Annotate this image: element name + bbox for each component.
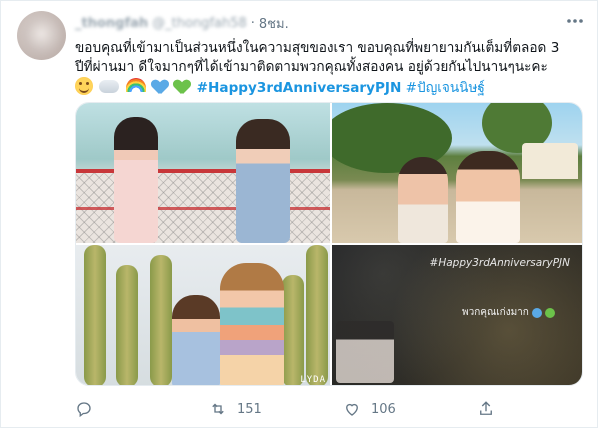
like-heart-icon [343,400,361,418]
card-caption: พวกคุณเก่งมาก [462,305,555,320]
separator-dot: · [250,15,255,31]
user-handle[interactable]: @_thongfah58 [152,16,247,31]
person-left [172,295,220,385]
green-heart-icon [544,307,555,318]
person-right [456,151,520,243]
avatar[interactable] [17,11,66,60]
timestamp[interactable]: 8ชม. [259,13,289,34]
tweet-actions: 151 106 [75,397,515,421]
cactus [84,245,106,385]
green-heart-emoji [174,79,190,95]
hashtag-anniversary[interactable]: #Happy3rdAnniversaryPJN [197,80,402,96]
blue-heart-emoji [152,79,168,95]
cactus [150,255,172,385]
retweet-button[interactable]: 151 [209,400,343,418]
tweet-text-line-3: #Happy3rdAnniversaryPJN #ปัญเจนนิษฐ์ [75,77,585,98]
photo-cactus-garden[interactable]: LYDA [76,245,330,385]
person-right [236,119,290,243]
card-hashtag: #Happy3rdAnniversaryPJN [429,257,570,269]
photo-watermark: LYDA [300,375,326,385]
cactus [116,265,138,385]
photo-dark-card[interactable]: #Happy3rdAnniversaryPJN พวกคุณเก่งมาก [332,245,582,385]
reply-button[interactable] [75,400,209,418]
tweet-text: ขอบคุณที่เข้ามาเป็นส่วนหนึ่งในความสุขของ… [75,39,585,98]
canopy [522,143,578,179]
tweet-header: _thongfah @_thongfah58 · 8ชม. [75,13,289,33]
cloud-emoji [99,80,120,93]
share-button[interactable] [477,400,495,418]
rainbow-emoji [125,78,146,92]
inset-photo [336,321,394,383]
smiling-face-emoji [75,77,93,95]
card-caption-text: พวกคุณเก่งมาก [462,307,529,318]
like-button[interactable]: 106 [343,400,477,418]
tweet-text-line-1: ขอบคุณที่เข้ามาเป็นส่วนหนึ่งในความสุขของ… [75,40,560,56]
like-count: 106 [371,401,396,417]
cactus [306,245,328,385]
cactus [282,275,304,385]
share-icon [477,400,495,418]
tweet-text-line-2: ปีที่ผ่านมา ดีใจมากๆที่ได้เข้ามาติดตามพว… [75,59,548,75]
media-grid: LYDA #Happy3rdAnniversaryPJN พวกคุณเก่งม… [75,102,583,386]
person-left [398,157,448,243]
tweet-card[interactable]: _thongfah @_thongfah58 · 8ชม. ขอบคุณที่เ… [0,0,598,428]
photo-two-girls-fence[interactable] [76,103,330,243]
person-left [114,117,158,243]
hashtag-panjennit[interactable]: #ปัญเจนนิษฐ์ [406,80,485,96]
reply-icon [75,400,93,418]
person-right [220,263,284,385]
photo-selfie-beach[interactable] [332,103,582,243]
blue-heart-icon [531,307,542,318]
retweet-count: 151 [237,401,262,417]
more-horizontal-icon[interactable] [565,11,585,31]
display-name[interactable]: _thongfah [75,16,148,31]
retweet-icon [209,400,227,418]
